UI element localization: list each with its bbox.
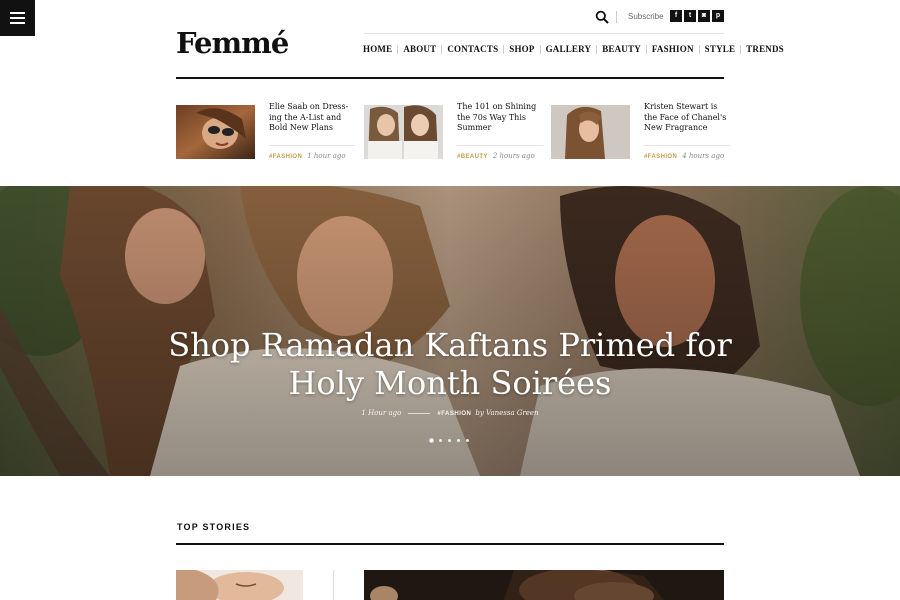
instagram-icon[interactable]: ◙ [698, 10, 710, 22]
slider-dot[interactable] [457, 439, 460, 442]
twitter-icon[interactable]: t [684, 10, 696, 22]
mini-post-rule [644, 145, 730, 146]
hamburger-line [10, 12, 25, 14]
hamburger-line [10, 22, 25, 24]
nav-separator [740, 44, 742, 54]
mini-post-rule [269, 145, 355, 146]
nav-item-shop[interactable]: SHOP [509, 44, 534, 54]
site-logo[interactable]: Femmé [176, 26, 289, 60]
mini-post-title[interactable]: Kristen Stewart is the Face of Chanel's … [644, 102, 730, 134]
nav-item-fashion[interactable]: FASHION [652, 44, 694, 54]
hamburger-line [10, 17, 25, 19]
nav-separator [645, 44, 647, 54]
slider-dot[interactable] [430, 439, 433, 442]
mini-post-thumbnail[interactable] [176, 105, 255, 159]
facebook-icon[interactable]: f [670, 10, 682, 22]
header-thin-rule [364, 33, 724, 34]
mini-post-thumbnail[interactable] [364, 105, 443, 159]
top-stories-rule [176, 543, 724, 545]
hero-byline[interactable]: by Vanessa Green [475, 409, 538, 417]
nav-separator [698, 44, 700, 54]
mini-post-meta: #FASHION 1 hour ago [269, 152, 346, 160]
search-icon[interactable] [595, 10, 609, 24]
mini-post-time: 2 hours ago [492, 152, 535, 160]
mini-post-tag[interactable]: #FASHION [269, 154, 302, 160]
hamburger-menu-button[interactable] [0, 0, 35, 36]
nav-item-trends[interactable]: TRENDS [746, 44, 784, 54]
mini-post-meta: #BEAUTY 2 hours ago [457, 152, 535, 160]
nav-item-contacts[interactable]: CONTACTS [447, 44, 498, 54]
nav-item-home[interactable]: HOME [363, 44, 392, 54]
nav-separator [503, 44, 505, 54]
nav-separator [441, 44, 443, 54]
hero-meta: 1 Hour ago #FASHION by Vanessa Green [0, 409, 900, 417]
nav-separator [397, 44, 399, 54]
slider-dots [430, 439, 475, 442]
hero-title[interactable]: Shop Ramadan Kaftans Primed for Holy Mon… [150, 326, 750, 402]
pinterest-icon[interactable]: p [712, 10, 724, 22]
utility-divider [616, 11, 617, 23]
mini-post-thumbnail[interactable] [551, 105, 630, 159]
story-thumbnail[interactable] [364, 570, 724, 600]
hero-slider[interactable]: Shop Ramadan Kaftans Primed for Holy Mon… [0, 186, 900, 476]
hero-time: 1 Hour ago [361, 409, 402, 417]
story-thumbnail[interactable] [176, 570, 303, 600]
nav-item-about[interactable]: ABOUT [403, 44, 436, 54]
mini-post: The 101 on Shining the 70s Way This Summ… [364, 102, 543, 165]
mini-post-time: 4 hours ago [682, 152, 725, 160]
nav-separator [596, 44, 598, 54]
mini-post: Elie Saab on Dress-ing the A-List and Bo… [176, 102, 355, 165]
top-stories-heading: TOP STORIES [177, 522, 251, 532]
mini-post-rule [457, 145, 543, 146]
mini-post: Kristen Stewart is the Face of Chanel's … [551, 102, 730, 165]
mini-post-tag[interactable]: #FASHION [644, 154, 677, 160]
mini-post-time: 1 hour ago [307, 152, 346, 160]
mini-post-meta: #FASHION 4 hours ago [644, 152, 724, 160]
hero-meta-line [408, 412, 431, 414]
mini-post-title[interactable]: The 101 on Shining the 70s Way This Summ… [457, 102, 543, 134]
slider-dot[interactable] [466, 439, 469, 442]
slider-dot[interactable] [448, 439, 451, 442]
nav-item-style[interactable]: STYLE [705, 44, 736, 54]
nav-separator [539, 44, 541, 54]
subscribe-link[interactable]: Subscribe [628, 12, 664, 21]
main-nav: HOME ABOUT CONTACTS SHOP GALLERY BEAUTY … [363, 44, 784, 54]
story-divider [333, 570, 334, 600]
utility-bar: Subscribe f t ◙ p [595, 9, 725, 25]
mini-post-tag[interactable]: #BEAUTY [457, 154, 488, 160]
nav-item-gallery[interactable]: GALLERY [546, 44, 592, 54]
nav-item-beauty[interactable]: BEAUTY [602, 44, 641, 54]
mini-post-title[interactable]: Elie Saab on Dress-ing the A-List and Bo… [269, 102, 355, 134]
header-rule [176, 77, 724, 79]
slider-dot[interactable] [439, 439, 442, 442]
hero-tag[interactable]: #FASHION [437, 411, 471, 417]
